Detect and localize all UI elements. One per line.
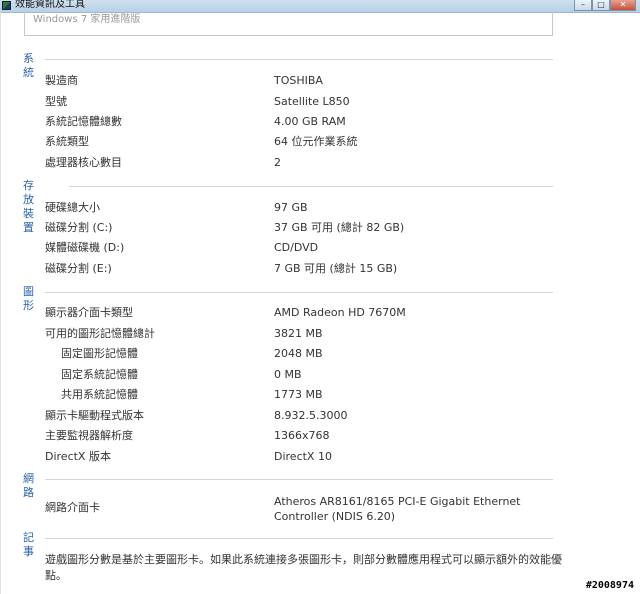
info-row-system-memory: 系統記憶體總數 4.00 GB RAM [0, 114, 560, 130]
info-row-display-adapter: 顯示器介面卡類型 AMD Radeon HD 7670M [0, 305, 560, 321]
info-row-directx-version: DirectX 版本 DirectX 10 [0, 449, 560, 465]
row-label: 網路介面卡 [45, 501, 100, 514]
row-value: 4.00 GB RAM [274, 115, 346, 128]
row-label: DirectX 版本 [45, 450, 111, 463]
info-row-model: 型號 Satellite L850 [0, 94, 560, 110]
info-row-cpu-cores: 處理器核心數目 2 [0, 155, 560, 171]
row-value: 0 MB [274, 368, 302, 381]
info-row-driver-version: 顯示卡驅動程式版本 8.932.5.3000 [0, 408, 560, 424]
info-row-partition-c: 磁碟分割 (C:) 37 GB 可用 (總計 82 GB) [0, 220, 560, 236]
row-label: 系統記憶體總數 [45, 115, 122, 128]
row-value: CD/DVD [274, 241, 319, 254]
info-row-dedicated-system-memory: 固定系統記憶體 0 MB [0, 367, 560, 383]
section-divider [45, 538, 553, 539]
info-row-partition-e: 磁碟分割 (E:) 7 GB 可用 (總計 15 GB) [0, 261, 560, 277]
row-value: 3821 MB [274, 327, 323, 340]
info-row-monitor-resolution: 主要監視器解析度 1366x768 [0, 428, 560, 444]
info-row-shared-system-memory: 共用系統記憶體 1773 MB [0, 387, 560, 403]
performance-info-icon [2, 1, 11, 10]
section-title: 記事 [23, 531, 34, 558]
row-value: TOSHIBA [274, 74, 323, 87]
section-divider [69, 186, 553, 187]
row-label: 顯示卡驅動程式版本 [45, 409, 144, 422]
row-value: 8.932.5.3000 [274, 409, 348, 422]
info-row-dedicated-graphics-memory: 固定圖形記憶體 2048 MB [0, 346, 560, 362]
row-label: 顯示器介面卡類型 [45, 306, 133, 319]
row-label: 磁碟分割 (E:) [45, 262, 112, 275]
row-label: 固定系統記憶體 [61, 368, 138, 381]
row-value: 1773 MB [274, 388, 323, 401]
os-edition-box: Windows 7 家用進階版 [24, 12, 553, 36]
minimize-icon[interactable]: – [574, 0, 592, 11]
row-value: Satellite L850 [274, 95, 350, 108]
network-adapter-value: Atheros AR8161/8165 PCI-E Gigabit Ethern… [274, 495, 521, 523]
row-label: 共用系統記憶體 [61, 388, 138, 401]
info-row-disk-total: 硬碟總大小 97 GB [0, 200, 560, 216]
window-controls: – □ ✕ [574, 0, 636, 12]
row-label: 系統類型 [45, 135, 89, 148]
row-label: 媒體磁碟機 (D:) [45, 241, 125, 254]
info-row-graphics-memory-total: 可用的圖形記憶體總計 3821 MB [0, 326, 560, 342]
row-value: 97 GB [274, 201, 308, 214]
info-row-manufacturer: 製造商 TOSHIBA [0, 73, 560, 89]
row-label: 主要監視器解析度 [45, 429, 133, 442]
row-value: 2 [274, 156, 281, 169]
info-row-media-drive-d: 媒體磁碟機 (D:) CD/DVD [0, 240, 560, 256]
row-label: 固定圖形記憶體 [61, 347, 138, 360]
row-label: 型號 [45, 95, 67, 108]
close-icon[interactable]: ✕ [610, 0, 636, 11]
row-value: 1366x768 [274, 429, 330, 442]
watermark: #2008974 [585, 580, 634, 591]
row-label: 硬碟總大小 [45, 201, 100, 214]
row-value: 2048 MB [274, 347, 323, 360]
row-value: 7 GB 可用 (總計 15 GB) [274, 262, 398, 275]
row-value: 64 位元作業系統 [274, 135, 358, 148]
section-divider [45, 479, 553, 480]
maximize-icon[interactable]: □ [592, 0, 610, 11]
row-label: 磁碟分割 (C:) [45, 221, 113, 234]
row-label: 可用的圖形記憶體總計 [45, 327, 155, 340]
section-divider [45, 292, 553, 293]
row-value: DirectX 10 [274, 450, 332, 463]
section-divider [45, 59, 553, 60]
row-label: 處理器核心數目 [45, 156, 122, 169]
row-label: 製造商 [45, 74, 78, 87]
section-title: 網路 [23, 472, 34, 499]
row-value: AMD Radeon HD 7670M [274, 306, 406, 319]
info-row-system-type: 系統類型 64 位元作業系統 [0, 134, 560, 150]
row-value: 37 GB 可用 (總計 82 GB) [274, 221, 405, 234]
notes-text: 遊戲圖形分數是基於主要圖形卡。如果此系統連接多張圖形卡，則部分數體應用程式可以顯… [45, 553, 562, 582]
os-edition: Windows 7 家用進階版 [33, 14, 141, 25]
